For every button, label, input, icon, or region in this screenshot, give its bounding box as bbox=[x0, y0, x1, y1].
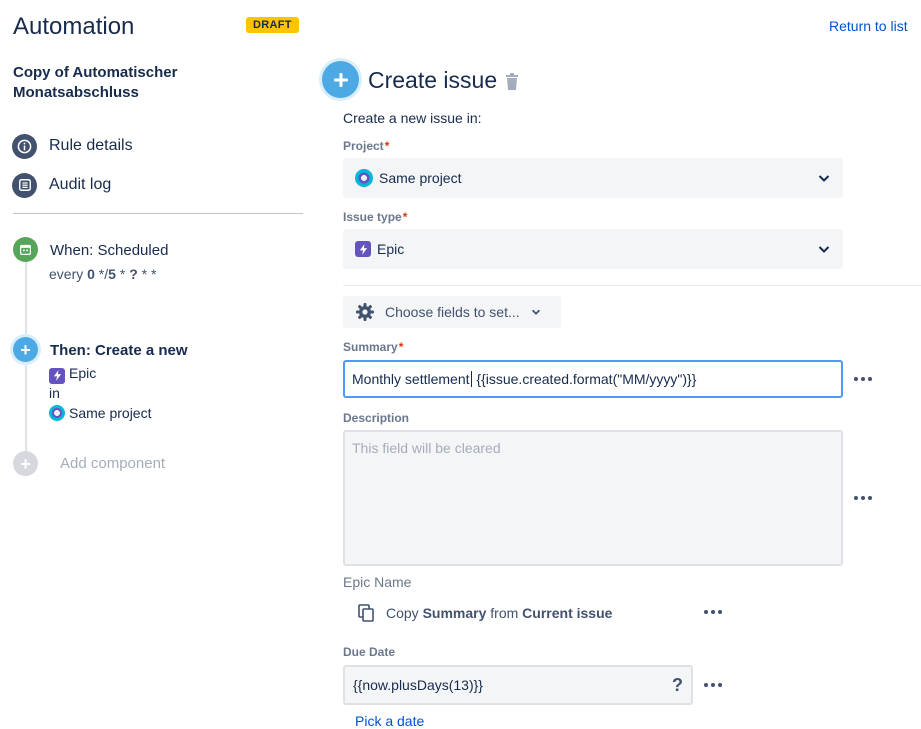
add-component-icon[interactable]: + bbox=[13, 451, 38, 476]
action-project-label: Same project bbox=[69, 405, 152, 421]
rule-name: Copy of Automatischer Monatsabschluss bbox=[13, 64, 178, 101]
summary-value-end: {{issue.created.format("MM/yyyy")}} bbox=[472, 371, 697, 387]
chevron-down-icon bbox=[818, 175, 830, 182]
choose-fields-button[interactable]: Choose fields to set... bbox=[343, 296, 561, 328]
epic-name-copy-value[interactable]: Copy Summary from Current issue bbox=[358, 603, 612, 623]
description-more-button[interactable] bbox=[852, 492, 874, 504]
pick-date-link[interactable]: Pick a date bbox=[355, 713, 424, 729]
required-marker: * bbox=[398, 340, 404, 354]
issue-type-label-text: Issue type bbox=[343, 210, 402, 224]
component-title: Create issue bbox=[368, 67, 498, 93]
schedule-part: */ bbox=[94, 266, 109, 282]
chevron-down-icon bbox=[818, 246, 830, 253]
action-connector: in bbox=[49, 385, 60, 401]
text-caret bbox=[470, 371, 472, 387]
info-icon bbox=[12, 133, 37, 159]
action-project: Same project bbox=[49, 405, 151, 421]
description-label: Description bbox=[343, 411, 410, 425]
project-select[interactable]: Same project bbox=[343, 158, 843, 198]
copy-field: Summary bbox=[422, 605, 487, 621]
schedule-part: * * bbox=[137, 266, 157, 282]
epic-name-label: Epic Name bbox=[343, 574, 412, 590]
calendar-icon[interactable] bbox=[13, 237, 38, 262]
nav-item-label: Audit log bbox=[49, 176, 112, 193]
copy-icon bbox=[358, 604, 374, 622]
action-issue-type-label: Epic bbox=[69, 365, 97, 381]
nav-item-rule-details[interactable]: Rule details bbox=[12, 133, 133, 159]
project-label: Project* bbox=[343, 139, 389, 153]
trash-icon[interactable] bbox=[505, 73, 519, 91]
gear-icon bbox=[356, 303, 374, 321]
add-component-button[interactable]: Add component bbox=[60, 455, 165, 472]
summary-input[interactable]: Monthly settlement {{issue.created.forma… bbox=[343, 360, 843, 398]
epic-icon bbox=[49, 367, 65, 384]
copy-from: from bbox=[490, 605, 519, 621]
schedule-minutes: 0 bbox=[87, 266, 95, 282]
copy-prefix: Copy bbox=[386, 605, 419, 621]
form-intro: Create a new issue in: bbox=[343, 110, 482, 126]
plus-icon bbox=[322, 61, 359, 98]
schedule-prefix: every bbox=[49, 266, 88, 282]
summary-value-start: Monthly settlement bbox=[352, 371, 470, 387]
schedule-day: ? bbox=[129, 266, 138, 282]
epic-icon bbox=[355, 241, 371, 257]
project-select-value: Same project bbox=[379, 170, 462, 186]
action-issue-type: Epic bbox=[49, 365, 96, 384]
issue-type-select-value: Epic bbox=[377, 241, 405, 257]
return-to-list-link[interactable]: Return to list bbox=[829, 18, 908, 34]
project-icon bbox=[355, 169, 373, 187]
nav-item-label: Rule details bbox=[49, 137, 133, 154]
due-date-label: Due Date bbox=[343, 645, 396, 659]
nav-item-audit-log[interactable]: Audit log bbox=[12, 172, 111, 198]
due-date-input[interactable]: {{now.plusDays(13)}} ? bbox=[343, 665, 693, 705]
required-marker: * bbox=[402, 210, 408, 224]
issue-type-label: Issue type* bbox=[343, 210, 407, 224]
draft-badge: DRAFT bbox=[246, 17, 299, 33]
schedule-part: * bbox=[115, 266, 130, 282]
app-title: Automation bbox=[13, 13, 135, 40]
description-textarea[interactable]: This field will be cleared bbox=[343, 430, 843, 566]
section-divider bbox=[343, 285, 921, 286]
summary-label: Summary* bbox=[343, 340, 403, 354]
due-date-more-button[interactable] bbox=[702, 679, 724, 691]
issue-type-select[interactable]: Epic bbox=[343, 229, 843, 269]
timeline-line bbox=[25, 256, 27, 468]
plus-icon[interactable]: + bbox=[13, 337, 38, 362]
trigger-step-title[interactable]: When: Scheduled bbox=[50, 242, 168, 259]
schedule-hours: 5 bbox=[108, 266, 116, 282]
epic-name-more-button[interactable] bbox=[702, 606, 724, 618]
choose-fields-label: Choose fields to set... bbox=[385, 304, 520, 320]
due-date-value: {{now.plusDays(13)}} bbox=[353, 677, 483, 693]
summary-label-text: Summary bbox=[343, 340, 398, 354]
list-icon bbox=[12, 172, 37, 198]
trigger-schedule: every 0 */5 * ? * * bbox=[49, 266, 156, 282]
project-label-text: Project bbox=[343, 139, 384, 153]
project-icon bbox=[49, 405, 65, 421]
required-marker: * bbox=[384, 139, 390, 153]
action-step-title[interactable]: Then: Create a new bbox=[50, 342, 188, 359]
help-icon[interactable]: ? bbox=[672, 675, 683, 696]
copy-source: Current issue bbox=[522, 605, 613, 621]
summary-more-button[interactable] bbox=[852, 373, 874, 385]
chevron-down-icon bbox=[531, 309, 540, 315]
nav-divider bbox=[13, 213, 303, 214]
